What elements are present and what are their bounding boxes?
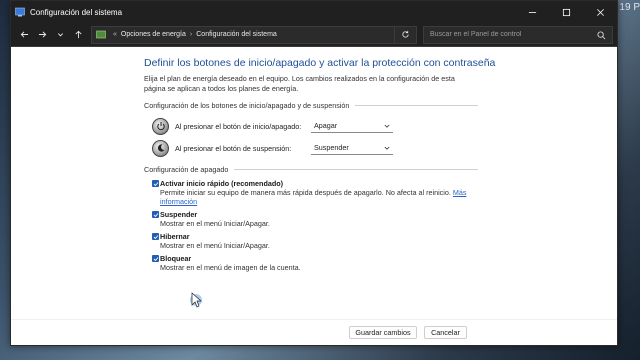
breadcrumb[interactable]: « Opciones de energía › Configuración de… (91, 25, 395, 44)
checkmark-icon (153, 181, 158, 186)
section-title: Configuración de apagado (144, 165, 229, 174)
sleep-option-title: Suspender (160, 210, 198, 219)
search-box (423, 25, 613, 44)
refresh-icon (402, 30, 409, 38)
fast-startup-checkbox[interactable] (152, 180, 159, 187)
forward-button[interactable] (33, 25, 51, 45)
refresh-button[interactable] (395, 25, 417, 44)
address-bar: « Opciones de energía › Configuración de… (11, 23, 617, 47)
checkmark-icon (153, 212, 158, 217)
close-button[interactable] (583, 1, 617, 23)
lock-option-title: Bloquear (160, 254, 192, 263)
app-icon (15, 7, 25, 17)
recent-locations-button[interactable] (51, 25, 69, 45)
up-button[interactable] (69, 25, 87, 45)
minimize-button[interactable] (515, 1, 549, 23)
breadcrumb-power-options[interactable]: Opciones de energía (121, 31, 186, 38)
minimize-icon (528, 11, 536, 13)
lock-option: Bloquear Mostrar en el menú de imagen de… (144, 254, 474, 272)
hibernate-checkbox[interactable] (152, 233, 159, 240)
moon-icon (157, 144, 164, 152)
breadcrumb-system-settings[interactable]: Configuración del sistema (196, 31, 277, 38)
sleep-option: Suspender Mostrar en el menú Iniciar/Apa… (144, 210, 474, 228)
fast-startup-title: Activar inicio rápido (recomendado) (160, 179, 284, 188)
power-button-setting: Al presionar el botón de inicio/apagado:… (144, 115, 617, 137)
power-button-label: Al presionar el botón de inicio/apagado: (175, 121, 302, 131)
back-arrow-icon (20, 31, 28, 38)
dropdown-icon (57, 33, 63, 37)
checkmark-icon (153, 256, 158, 261)
sleep-button-setting: Al presionar el botón de suspensión: Sus… (144, 137, 617, 159)
main-content: Definir los botones de inicio/apagado y … (11, 47, 617, 323)
control-panel-icon (96, 30, 106, 38)
footer-bar: Guardar cambios Cancelar (11, 319, 617, 345)
cancel-button[interactable]: Cancelar (424, 326, 467, 339)
lock-checkbox[interactable] (152, 255, 159, 262)
fast-startup-desc: Permite iniciar su equipo de manera más … (160, 188, 474, 206)
page-title: Definir los botones de inicio/apagado y … (144, 57, 496, 69)
section-title: Configuración de los botones de inicio/a… (144, 101, 350, 110)
hibernate-option: Hibernar Mostrar en el menú Iniciar/Apag… (144, 232, 474, 250)
maximize-button[interactable] (549, 1, 583, 23)
sleep-button-graphic (152, 139, 169, 157)
section-divider (355, 105, 478, 106)
checkmark-icon (153, 234, 158, 239)
sleep-option-desc: Mostrar en el menú Iniciar/Apagar. (160, 219, 270, 228)
sleep-checkbox[interactable] (152, 211, 159, 218)
hibernate-option-title: Hibernar (160, 232, 190, 241)
chevron-down-icon (384, 124, 390, 128)
search-input[interactable] (430, 31, 590, 38)
breadcrumb-separator: › (189, 31, 193, 38)
sleep-button-select[interactable]: Suspender (311, 141, 393, 155)
fast-startup-desc-text: Permite iniciar su equipo de manera más … (160, 188, 451, 197)
power-button-graphic (152, 117, 169, 135)
maximize-icon (562, 8, 570, 16)
system-settings-window: Configuración del sistema « Opciones de … (10, 0, 618, 346)
mouse-cursor-icon (190, 292, 202, 308)
lock-option-desc: Mostrar en el menú de imagen de la cuent… (160, 263, 301, 272)
section-divider (234, 169, 478, 170)
sleep-button-label: Al presionar el botón de suspensión: (175, 143, 292, 153)
buttons-section-header: Configuración de los botones de inicio/a… (144, 101, 478, 110)
sleep-button-value: Suspender (314, 143, 349, 152)
window-title: Configuración del sistema (30, 7, 123, 17)
title-bar: Configuración del sistema (11, 1, 617, 23)
power-button-value: Apagar (314, 121, 338, 130)
power-icon (156, 122, 165, 131)
power-button-select[interactable]: Apagar (311, 119, 393, 133)
page-description: Elija el plan de energía deseado en el e… (144, 74, 455, 93)
breadcrumb-separator: « (113, 31, 117, 38)
shutdown-section-header: Configuración de apagado (144, 165, 478, 174)
save-changes-button[interactable]: Guardar cambios (349, 326, 417, 339)
up-arrow-icon (74, 30, 82, 39)
chevron-down-icon (384, 146, 390, 150)
back-button[interactable] (15, 25, 33, 45)
desktop-clock: 19 P (619, 2, 640, 13)
close-icon (596, 8, 604, 16)
fast-startup-option: Activar inicio rápido (recomendado) Perm… (144, 179, 474, 206)
search-icon[interactable] (597, 30, 606, 40)
forward-arrow-icon (38, 31, 46, 38)
hibernate-option-desc: Mostrar en el menú Iniciar/Apagar. (160, 241, 270, 250)
